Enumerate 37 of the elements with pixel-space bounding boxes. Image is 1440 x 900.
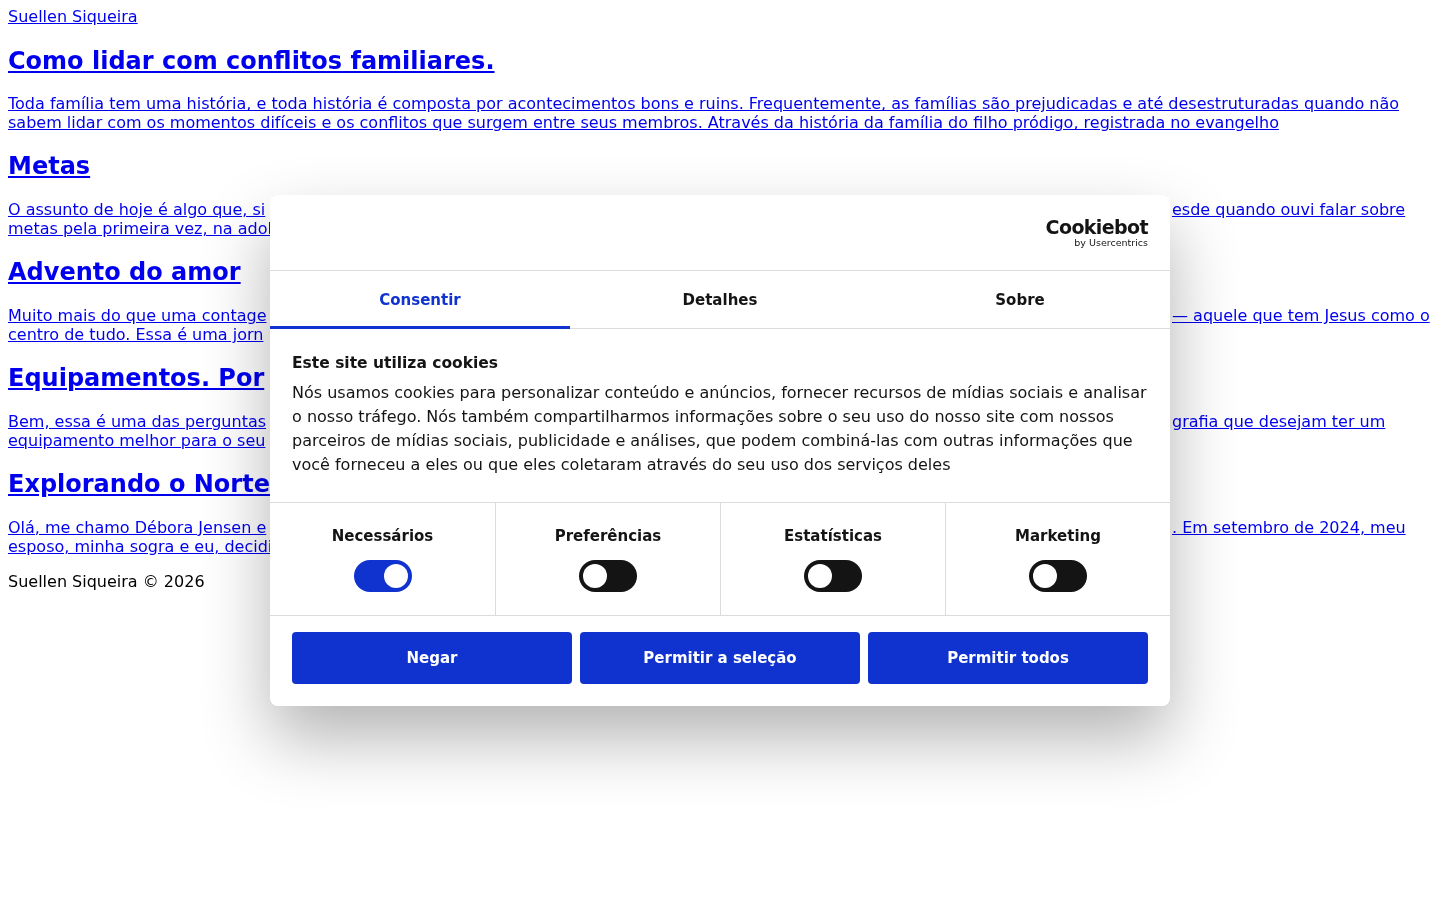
post-excerpt-link[interactable]: grafia que desejam ter um (1172, 411, 1386, 431)
post-excerpt-link[interactable]: equipamento melhor para o seu (8, 430, 266, 450)
toggle-switch[interactable] (353, 560, 412, 592)
category-label: Necessários (331, 527, 434, 545)
post-title-link[interactable]: Advento do amor (8, 258, 241, 287)
footer-text: Suellen Siqueira © 2026 (8, 571, 205, 591)
consent-button[interactable]: Permitir a seleção (580, 632, 860, 684)
post-excerpt-link[interactable]: centro de tudo. Essa é uma jorn (8, 325, 264, 345)
post-excerpt-link[interactable]: Toda família tem uma história, e toda história é composta por acontecimentos bons e ruins. Frequentemente, as famílias são prejudicadas e até desestruturadas quando não sabem lidar com os momentos difíceis e os conflitos que surgem entre seus membros. Através da história da família do filho pródigo, registrada no evangelho (8, 94, 1432, 133)
tab[interactable]: Consentir (270, 271, 570, 329)
post-excerpt-link[interactable]: . Em setembro de 2024, meu (1172, 517, 1406, 537)
toggle-switch[interactable] (804, 560, 862, 592)
post-title-link[interactable]: Explorando o Norte (8, 469, 270, 498)
category-label: Preferências (554, 527, 662, 545)
category-label: Marketing (1015, 527, 1101, 545)
post-excerpt-link[interactable]: O assunto de hoje é algo que, si (8, 200, 266, 220)
toggle-switch[interactable] (579, 560, 637, 592)
post-excerpt-link[interactable]: — aquele que tem Jesus como o (1172, 306, 1430, 326)
toggle-switch[interactable] (1029, 560, 1087, 592)
post-title-link[interactable]: Metas (8, 152, 91, 181)
post-excerpt-link[interactable]: metas pela primeira vez, na adol (8, 219, 272, 239)
post-title-link[interactable]: Equipamentos. Por (8, 363, 265, 392)
tab[interactable]: Sobre (870, 271, 1170, 329)
dialog-heading: Este site utiliza cookies (292, 353, 500, 373)
site-title-link[interactable]: Suellen Siqueira (8, 8, 138, 26)
tab[interactable]: Detalhes (570, 271, 870, 329)
logo-byline: by Usercentrics (1074, 237, 1148, 248)
post-excerpt-link[interactable]: Olá, me chamo Débora Jensen e (8, 517, 267, 537)
dialog-text: Nós usamos cookies para personalizar conteúdo e anúncios, fornecer recursos de mídias sociais e analisar o nosso tráfego. Nós também compartilharmos informações sobre o seu uso do nosso site com nossos parceiros de mídias sociais, publicidade e análises, que podem combiná-las com outras informações que você forneceu a eles ou que eles coletaram através do seu uso dos serviços deles (292, 382, 1148, 476)
consent-button[interactable]: Negar (292, 632, 572, 684)
post-title-link[interactable]: Como lidar com conflitos familiares. (8, 46, 495, 75)
post-excerpt-link[interactable]: esde quando ouvi falar sobre (1172, 200, 1406, 220)
logo-text: Cookiebot (1045, 217, 1148, 237)
consent-button[interactable]: Permitir todos (868, 632, 1148, 684)
post-excerpt-link[interactable]: Bem, essa é uma das perguntas (8, 411, 267, 431)
category-label: Estatísticas (784, 527, 882, 545)
post-excerpt-link[interactable]: Muito mais do que uma contage (8, 306, 267, 326)
